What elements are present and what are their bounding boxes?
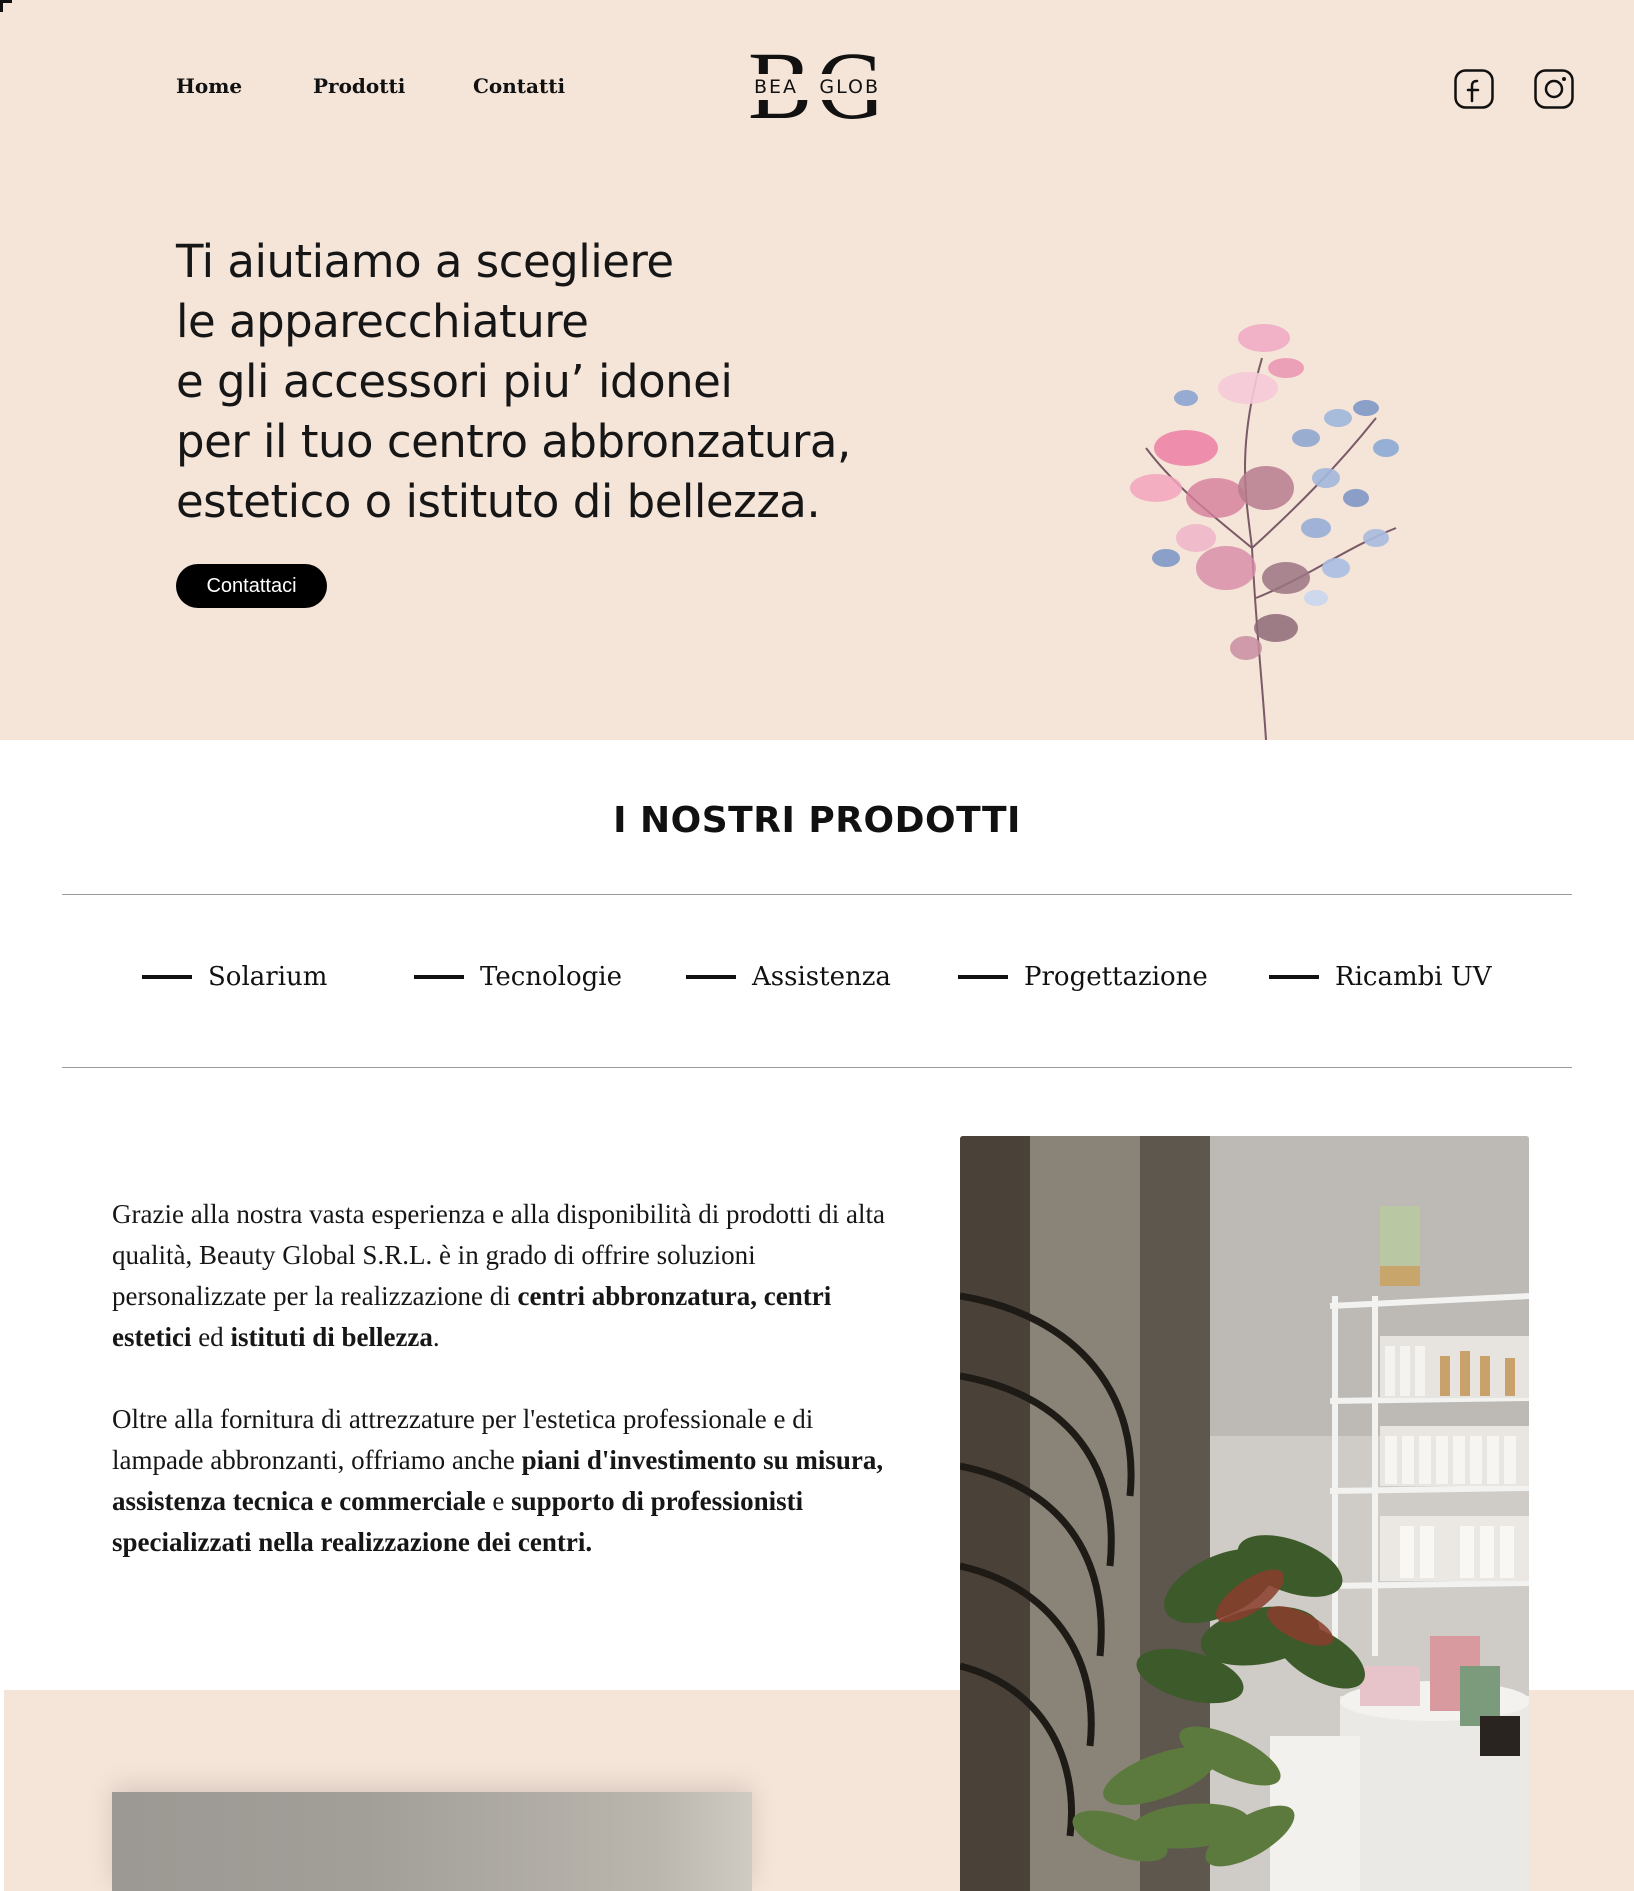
nav-home-link[interactable]: Home	[176, 74, 242, 98]
dash-icon	[1269, 975, 1319, 979]
category-assistenza[interactable]: Assistenza	[686, 962, 891, 992]
brand-logo[interactable]: B G BEA GLOB	[748, 38, 885, 134]
category-label: Solarium	[208, 962, 328, 992]
dash-icon	[414, 975, 464, 979]
divider-bottom	[62, 1067, 1572, 1068]
text-run: e	[485, 1486, 512, 1516]
hero-line: e gli accessori piu’ idonei	[176, 355, 733, 408]
category-solarium[interactable]: Solarium	[142, 962, 327, 992]
dash-icon	[958, 975, 1008, 979]
logo-word-right: GLOB	[819, 76, 880, 98]
category-ricambi-uv[interactable]: Ricambi UV	[1269, 962, 1492, 992]
dash-icon	[142, 975, 192, 979]
category-label: Assistenza	[752, 962, 891, 992]
logo-word-left: BEA	[754, 76, 799, 98]
facebook-icon[interactable]	[1453, 68, 1495, 110]
about-paragraph-1: Grazie alla nostra vasta esperienza e al…	[112, 1194, 892, 1358]
logo-wordmark: BEA GLOB	[750, 74, 884, 100]
hero-headline: Ti aiutiamo a scegliere le apparecchiatu…	[176, 232, 936, 532]
category-progettazione[interactable]: Progettazione	[958, 962, 1208, 992]
divider-top	[62, 894, 1572, 895]
category-label: Progettazione	[1024, 962, 1208, 992]
category-tecnologie[interactable]: Tecnologie	[414, 962, 622, 992]
flower-bouquet-image	[1130, 324, 1399, 740]
interior-photo	[112, 1792, 752, 1891]
about-paragraph-2: Oltre alla fornitura di attrezzature per…	[112, 1399, 892, 1563]
hero-line: estetico o istituto di bellezza.	[176, 475, 821, 528]
products-section-title: I NOSTRI PRODOTTI	[613, 800, 1021, 841]
text-run: .	[432, 1322, 440, 1352]
category-label: Tecnologie	[480, 962, 622, 992]
nav-products-link[interactable]: Prodotti	[313, 74, 405, 98]
hero-line: le apparecchiature	[176, 295, 589, 348]
about-text: Grazie alla nostra vasta esperienza e al…	[112, 1194, 892, 1604]
shop-interior-photo	[960, 1136, 1529, 1891]
dash-icon	[686, 975, 736, 979]
bold-text: istituti di bellezza	[230, 1322, 433, 1352]
instagram-icon[interactable]	[1533, 68, 1575, 110]
hero-line: Ti aiutiamo a scegliere	[176, 235, 674, 288]
text-run: ed	[191, 1322, 231, 1352]
corner-mark	[0, 0, 12, 12]
hero-line: per il tuo centro abbronzatura,	[176, 415, 851, 468]
category-label: Ricambi UV	[1335, 962, 1492, 992]
contact-us-button[interactable]: Contattaci	[176, 564, 327, 608]
nav-contacts-link[interactable]: Contatti	[473, 74, 565, 98]
